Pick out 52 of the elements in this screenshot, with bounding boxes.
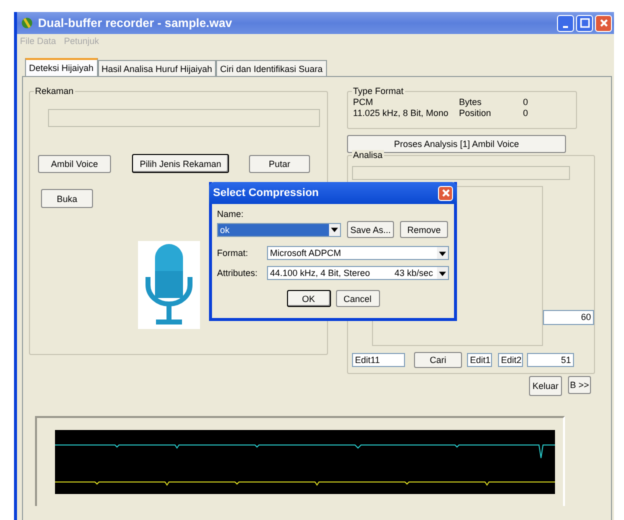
minimize-button[interactable] xyxy=(557,14,574,32)
tab[interactable]: Hasil Analisa Huruf Hijaiyah xyxy=(98,60,216,76)
remove-button[interactable]: Remove xyxy=(400,221,448,238)
window-title: Dual-buffer recorder - sample.wav xyxy=(38,16,234,30)
input-field[interactable]: Edit1 xyxy=(467,353,492,367)
app-icon xyxy=(20,16,34,30)
label: Bytes xyxy=(458,97,483,108)
search-button[interactable]: Cari xyxy=(414,352,462,368)
label: Position xyxy=(458,108,492,119)
dialog-title: Select Compression xyxy=(213,187,320,199)
button[interactable]: Cancel xyxy=(336,290,380,307)
button[interactable]: Pilih Jenis Rekaman xyxy=(132,154,229,173)
caret-icon xyxy=(331,226,338,233)
input-field[interactable]: 60 xyxy=(542,310,594,325)
label: Format: xyxy=(217,248,250,258)
microphone-icon xyxy=(138,241,200,329)
minimize-icon xyxy=(563,26,568,28)
close-button[interactable] xyxy=(595,14,612,32)
maximize-icon xyxy=(580,18,590,28)
label: Name: xyxy=(217,209,245,220)
tab[interactable]: Deteksi Hijaiyah xyxy=(25,58,98,76)
format-text: 11.025 kHz, 8 Bit, Mono xyxy=(353,108,450,119)
close-button[interactable] xyxy=(438,186,453,200)
tab[interactable]: Ciri dan Identifikasi Suara xyxy=(216,60,327,76)
caret-icon xyxy=(439,270,446,276)
input-field[interactable]: Edit2 xyxy=(498,353,523,367)
button[interactable]: Putar xyxy=(249,154,310,172)
maximize-button[interactable] xyxy=(576,14,593,32)
button[interactable]: B >> xyxy=(568,376,591,394)
label: Attributes: xyxy=(217,268,259,278)
input-field[interactable]: Edit11 xyxy=(352,353,405,367)
format-dropdown[interactable]: Microsoft ADPCM xyxy=(267,246,449,260)
button[interactable]: Keluar xyxy=(529,376,562,396)
input-field[interactable] xyxy=(352,166,570,180)
attributes-dropdown[interactable]: 44.100 kHz, 4 Bit, Stereo 43 kb/sec xyxy=(267,266,449,280)
close-icon xyxy=(598,18,608,28)
button[interactable]: Ambil Voice xyxy=(38,154,111,172)
save-as-button[interactable]: Save As... xyxy=(347,221,394,238)
group-label: Analisa xyxy=(352,150,384,161)
process-button[interactable]: Proses Analysis [1] Ambil Voice xyxy=(347,135,566,153)
name-dropdown[interactable]: ok xyxy=(217,222,341,236)
close-icon xyxy=(440,188,450,198)
input-field[interactable]: 51 xyxy=(527,353,574,367)
button[interactable]: Buka xyxy=(41,189,93,208)
group-label: Type Format xyxy=(352,86,405,97)
group-label: Rekaman xyxy=(34,86,75,97)
caret-icon xyxy=(439,250,446,256)
value-text: 0 xyxy=(522,108,528,119)
value-text: 0 xyxy=(522,97,528,108)
button[interactable]: OK xyxy=(286,290,330,307)
input-field[interactable] xyxy=(48,109,320,127)
format-text: PCM xyxy=(353,97,374,108)
